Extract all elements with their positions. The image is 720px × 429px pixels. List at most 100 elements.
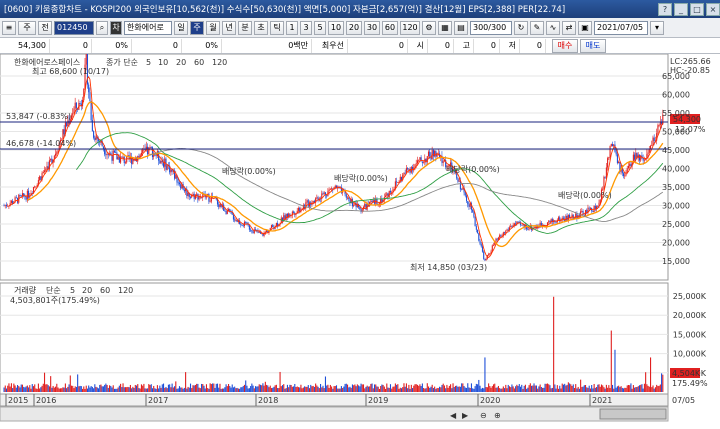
sell-button[interactable]: 매도 (580, 38, 606, 53)
search-icon[interactable]: ⌕ (96, 20, 108, 35)
volume-bar (505, 384, 507, 392)
volume-bar (556, 385, 558, 392)
period-second[interactable]: 초 (254, 20, 268, 35)
scroll-right-icon[interactable]: ▶ (462, 411, 469, 420)
volume-bar (562, 384, 565, 392)
zoom-out-icon[interactable]: ⊖ (480, 411, 487, 420)
volume-bar (286, 384, 288, 392)
candle-body (602, 188, 604, 190)
interval-30[interactable]: 30 (364, 20, 380, 35)
period-tick[interactable]: 틱 (270, 20, 284, 35)
volume-bar (553, 296, 555, 392)
stock-type-select[interactable]: 주 (18, 20, 36, 35)
volume-bar (382, 384, 384, 392)
volume-bar (165, 386, 167, 392)
candle-body (106, 154, 108, 156)
candle-body (472, 209, 474, 212)
volume-bar (273, 386, 275, 392)
price-y-tick: 50,000 (662, 128, 690, 137)
period-week[interactable]: 주 (190, 20, 204, 35)
calendar-icon[interactable]: ▾ (650, 20, 664, 35)
candle-body (359, 207, 361, 210)
interval-20[interactable]: 20 (346, 20, 362, 35)
candle-body (527, 229, 529, 231)
help-icon[interactable]: ? (658, 2, 672, 16)
interval-10[interactable]: 10 (328, 20, 344, 35)
volume-bar (328, 387, 330, 392)
volume-bar (658, 385, 660, 392)
candle-body (499, 235, 501, 238)
volume-bar (582, 386, 584, 392)
period-minute[interactable]: 분 (238, 20, 252, 35)
prev-button[interactable]: 전 (38, 20, 52, 35)
volume-bar (456, 385, 458, 392)
candle-body (492, 244, 495, 246)
volume-bar (365, 386, 367, 392)
layout-icon[interactable]: ▤ (454, 20, 468, 35)
volume-bar (185, 372, 187, 392)
candle-body (562, 217, 565, 219)
volume-bar (524, 384, 526, 392)
candle-body (473, 211, 475, 217)
date-input[interactable]: 2021/07/05 (594, 20, 648, 35)
volume-bar (373, 384, 376, 392)
volume-bar (418, 385, 420, 392)
scrollbar[interactable] (0, 406, 669, 422)
compare-icon[interactable]: ⇄ (562, 20, 576, 35)
period-year[interactable]: 년 (222, 20, 236, 35)
chart-menu-icon[interactable]: ≡ (2, 20, 16, 35)
candle-body (583, 214, 585, 216)
interval-120[interactable]: 120 (400, 20, 420, 35)
chart-area[interactable]: 53,847 (-0.83%) 46,678 (-14.04%) 한화에어로스페… (0, 47, 720, 426)
volume-bar (538, 386, 540, 392)
stock-code-input[interactable]: 012450 (54, 20, 94, 35)
volume-bar (369, 386, 371, 392)
minimize-icon[interactable]: _ (674, 2, 688, 16)
interval-1[interactable]: 1 (286, 20, 298, 35)
close-icon[interactable]: × (706, 2, 720, 16)
volume-bar (160, 387, 162, 392)
maximize-icon[interactable]: □ (690, 2, 704, 16)
volume-bar (14, 385, 16, 392)
volume-bar (581, 386, 583, 392)
scroll-left-icon[interactable]: ◀ (450, 411, 457, 420)
period-month[interactable]: 월 (206, 20, 220, 35)
candle-body (614, 144, 616, 152)
volume-bar (332, 388, 334, 392)
scroll-thumb[interactable] (599, 408, 667, 420)
zoom-in-icon[interactable]: ⊕ (494, 411, 501, 420)
volume-bar (306, 386, 308, 392)
data-count-input[interactable]: 300/300 (470, 20, 512, 35)
tool-icon[interactable]: ✎ (530, 20, 544, 35)
grid-icon[interactable]: ▦ (438, 20, 452, 35)
candle-body (3, 205, 5, 207)
volume-bar (344, 383, 346, 392)
settings-icon[interactable]: ⚙ (422, 20, 436, 35)
candle-body (429, 151, 431, 157)
volume-bar (616, 386, 618, 392)
chart-type-button[interactable]: 차 (110, 20, 122, 35)
volume-bar (239, 388, 241, 392)
indicator-icon[interactable]: ∿ (546, 20, 560, 35)
candle-body (223, 204, 225, 211)
volume-bar (654, 387, 657, 392)
volume-bar (231, 384, 233, 392)
candle-body (264, 232, 266, 233)
interval-5[interactable]: 5 (314, 20, 326, 35)
candle-body (608, 157, 610, 159)
interval-3[interactable]: 3 (300, 20, 312, 35)
save-icon[interactable]: ▣ (578, 20, 592, 35)
inquiry-icon[interactable]: ↻ (514, 20, 528, 35)
volume-bar (275, 384, 277, 392)
period-day[interactable]: 일 (174, 20, 188, 35)
amount-value: 0백만 (222, 38, 312, 53)
buy-button[interactable]: 매수 (552, 38, 578, 53)
volume-bar (492, 384, 495, 392)
volume-bar (458, 386, 460, 392)
candle-body (421, 161, 423, 163)
price-y-tick: 45,000 (662, 146, 690, 155)
volume-bar (82, 388, 84, 392)
interval-60[interactable]: 60 (382, 20, 398, 35)
volume-bar (264, 381, 266, 392)
stock-chart[interactable]: 53,847 (-0.83%) 46,678 (-14.04%) 한화에어로스페… (0, 47, 720, 426)
